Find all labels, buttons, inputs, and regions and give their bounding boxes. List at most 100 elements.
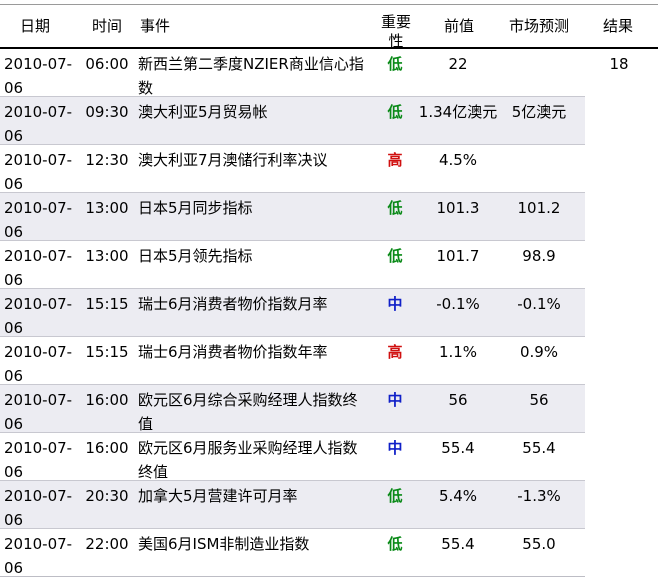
cell-importance: 高 xyxy=(387,343,403,361)
table-body: 2010-07- 06 06:00 新西兰第二季度NZIER商业信心指数低 22 18 20… xyxy=(0,49,658,577)
cell-event: 日本5月领先指标 xyxy=(138,247,253,265)
cell-previous: 101.3 xyxy=(436,199,480,217)
cell-importance: 低 xyxy=(387,247,403,265)
cell-time: 22:00 xyxy=(85,535,129,553)
header-previous: 前值 xyxy=(443,17,474,35)
table-row: 2010-07- 06 09:30 澳大利亚5月贸易帐 低 1.34亿澳元 5亿澳元 xyxy=(0,97,658,145)
header-forecast: 市场预测 xyxy=(508,17,569,35)
cell-previous: 1.1% xyxy=(438,343,478,361)
date-line-1: 2010-07- xyxy=(4,199,73,217)
table-row: 2010-07- 06 15:15 瑞士6月消费者物价指数年率 高 1.1% 0.9% xyxy=(0,337,658,385)
date-line-2: 06 xyxy=(4,175,24,193)
cell-time: 15:15 xyxy=(85,343,129,361)
header-result: 结果 xyxy=(602,17,633,35)
cell-previous: 101.7 xyxy=(436,247,480,265)
cell-importance: 高 xyxy=(387,151,403,169)
cell-event: 瑞士6月消费者物价指数年率 xyxy=(138,343,328,361)
date-line-2: 06 xyxy=(4,511,24,529)
date-line-2: 06 xyxy=(4,79,24,97)
date-line-1: 2010-07- xyxy=(4,295,73,313)
cell-forecast: -1.3% xyxy=(517,487,561,505)
cell-event: 日本5月同步指标 xyxy=(138,199,253,217)
cell-previous: 4.5% xyxy=(438,151,478,169)
row-divider xyxy=(0,576,585,577)
cell-event: 美国6月ISM非制造业指数 xyxy=(138,535,310,553)
date-line-1: 2010-07- xyxy=(4,247,73,265)
cell-date: 2010-07- 06 xyxy=(4,388,76,436)
date-line-1: 2010-07- xyxy=(4,487,73,505)
cell-time: 16:00 xyxy=(85,439,129,457)
table-header: 日期 时间 事件 重要性 前值 市场预测 结果 xyxy=(0,5,658,50)
date-line-2: 06 xyxy=(4,463,24,481)
cell-forecast: -0.1% xyxy=(517,295,561,313)
cell-forecast: 55.4 xyxy=(522,439,556,457)
cell-date: 2010-07- 06 xyxy=(4,100,76,148)
cell-time: 13:00 xyxy=(85,199,129,217)
date-line-1: 2010-07- xyxy=(4,343,73,361)
cell-forecast: 55.0 xyxy=(522,535,556,553)
date-line-2: 06 xyxy=(4,319,24,337)
cell-time: 16:00 xyxy=(85,391,129,409)
cell-time: 15:15 xyxy=(85,295,129,313)
date-line-1: 2010-07- xyxy=(4,439,73,457)
cell-forecast: 98.9 xyxy=(522,247,556,265)
date-line-2: 06 xyxy=(4,367,24,385)
cell-importance: 中 xyxy=(387,391,403,409)
cell-time: 09:30 xyxy=(85,103,129,121)
cell-importance: 低 xyxy=(387,535,403,553)
cell-previous: 56 xyxy=(448,391,468,409)
cell-previous: 55.4 xyxy=(441,535,475,553)
cell-previous: 22 xyxy=(448,55,468,73)
cell-forecast: 56 xyxy=(529,391,549,409)
cell-date: 2010-07- 06 xyxy=(4,484,76,532)
table-row: 2010-07- 06 22:00 美国6月ISM非制造业指数 低 55.4 55.0 xyxy=(0,529,658,577)
cell-event: 澳大利亚5月贸易帐 xyxy=(138,103,268,121)
cell-event: 新西兰第二季度NZIER商业信心指数 xyxy=(138,55,364,97)
table-row: 2010-07- 06 13:00 日本5月领先指标 低 101.7 98.9 xyxy=(0,241,658,289)
date-line-1: 2010-07- xyxy=(4,103,73,121)
cell-date: 2010-07- 06 xyxy=(4,244,76,292)
cell-previous: 55.4 xyxy=(441,439,475,457)
cell-event: 欧元区6月综合采购经理人指数终值 xyxy=(138,391,358,433)
cell-date: 2010-07- 06 xyxy=(4,52,76,100)
cell-time: 06:00 xyxy=(85,55,129,73)
cell-date: 2010-07- 06 xyxy=(4,196,76,244)
cell-importance: 低 xyxy=(387,199,403,217)
date-line-1: 2010-07- xyxy=(4,535,73,553)
cell-event: 加拿大5月营建许可月率 xyxy=(138,487,298,505)
header-event: 事件 xyxy=(140,17,171,35)
table-row: 2010-07- 06 13:00 日本5月同步指标 低 101.3 101.2 xyxy=(0,193,658,241)
table-row: 2010-07- 06 20:30 加拿大5月营建许可月率 低 5.4% -1.3% xyxy=(0,481,658,529)
table-row: 2010-07- 06 06:00 新西兰第二季度NZIER商业信心指数 低 22 18 xyxy=(0,49,658,97)
economic-calendar: 日期 时间 事件 重要性 前值 市场预测 结果 2010-07- 06 06:00 新… xyxy=(0,0,658,588)
date-line-2: 06 xyxy=(4,223,24,241)
date-line-1: 2010-07- xyxy=(4,151,73,169)
header-importance: 重要性 xyxy=(380,13,411,50)
cell-date: 2010-07- 06 xyxy=(4,532,76,580)
table-row: 2010-07- 06 16:00 欧元区6月服务业采购经理人指数终值 中 55.4 55.… xyxy=(0,433,658,481)
cell-importance: 中 xyxy=(387,439,403,457)
date-line-1: 2010-07- xyxy=(4,391,73,409)
cell-forecast: 101.2 xyxy=(517,199,561,217)
cell-time: 20:30 xyxy=(85,487,129,505)
cell-previous: 5.4% xyxy=(438,487,478,505)
cell-previous: -0.1% xyxy=(436,295,480,313)
table-row: 2010-07- 06 15:15 瑞士6月消费者物价指数月率 中 -0.1% -0.1% xyxy=(0,289,658,337)
date-line-2: 06 xyxy=(4,559,24,577)
cell-forecast: 5亿澳元 xyxy=(511,103,567,121)
date-line-1: 2010-07- xyxy=(4,55,73,73)
cell-event: 澳大利亚7月澳储行利率决议 xyxy=(138,151,328,169)
date-line-2: 06 xyxy=(4,271,24,289)
table-row: 2010-07- 06 16:00 欧元区6月综合采购经理人指数终值 中 56 56 xyxy=(0,385,658,433)
header-time: 时间 xyxy=(91,17,122,35)
cell-importance: 低 xyxy=(387,487,403,505)
table-row: 2010-07- 06 12:30 澳大利亚7月澳储行利率决议 高 4.5% xyxy=(0,145,658,193)
cell-event: 欧元区6月服务业采购经理人指数终值 xyxy=(138,439,358,481)
cell-importance: 低 xyxy=(387,55,403,73)
cell-event: 瑞士6月消费者物价指数月率 xyxy=(138,295,328,313)
cell-date: 2010-07- 06 xyxy=(4,148,76,196)
cell-date: 2010-07- 06 xyxy=(4,436,76,484)
cell-date: 2010-07- 06 xyxy=(4,340,76,388)
date-line-2: 06 xyxy=(4,127,24,145)
header-date: 日期 xyxy=(20,17,51,35)
